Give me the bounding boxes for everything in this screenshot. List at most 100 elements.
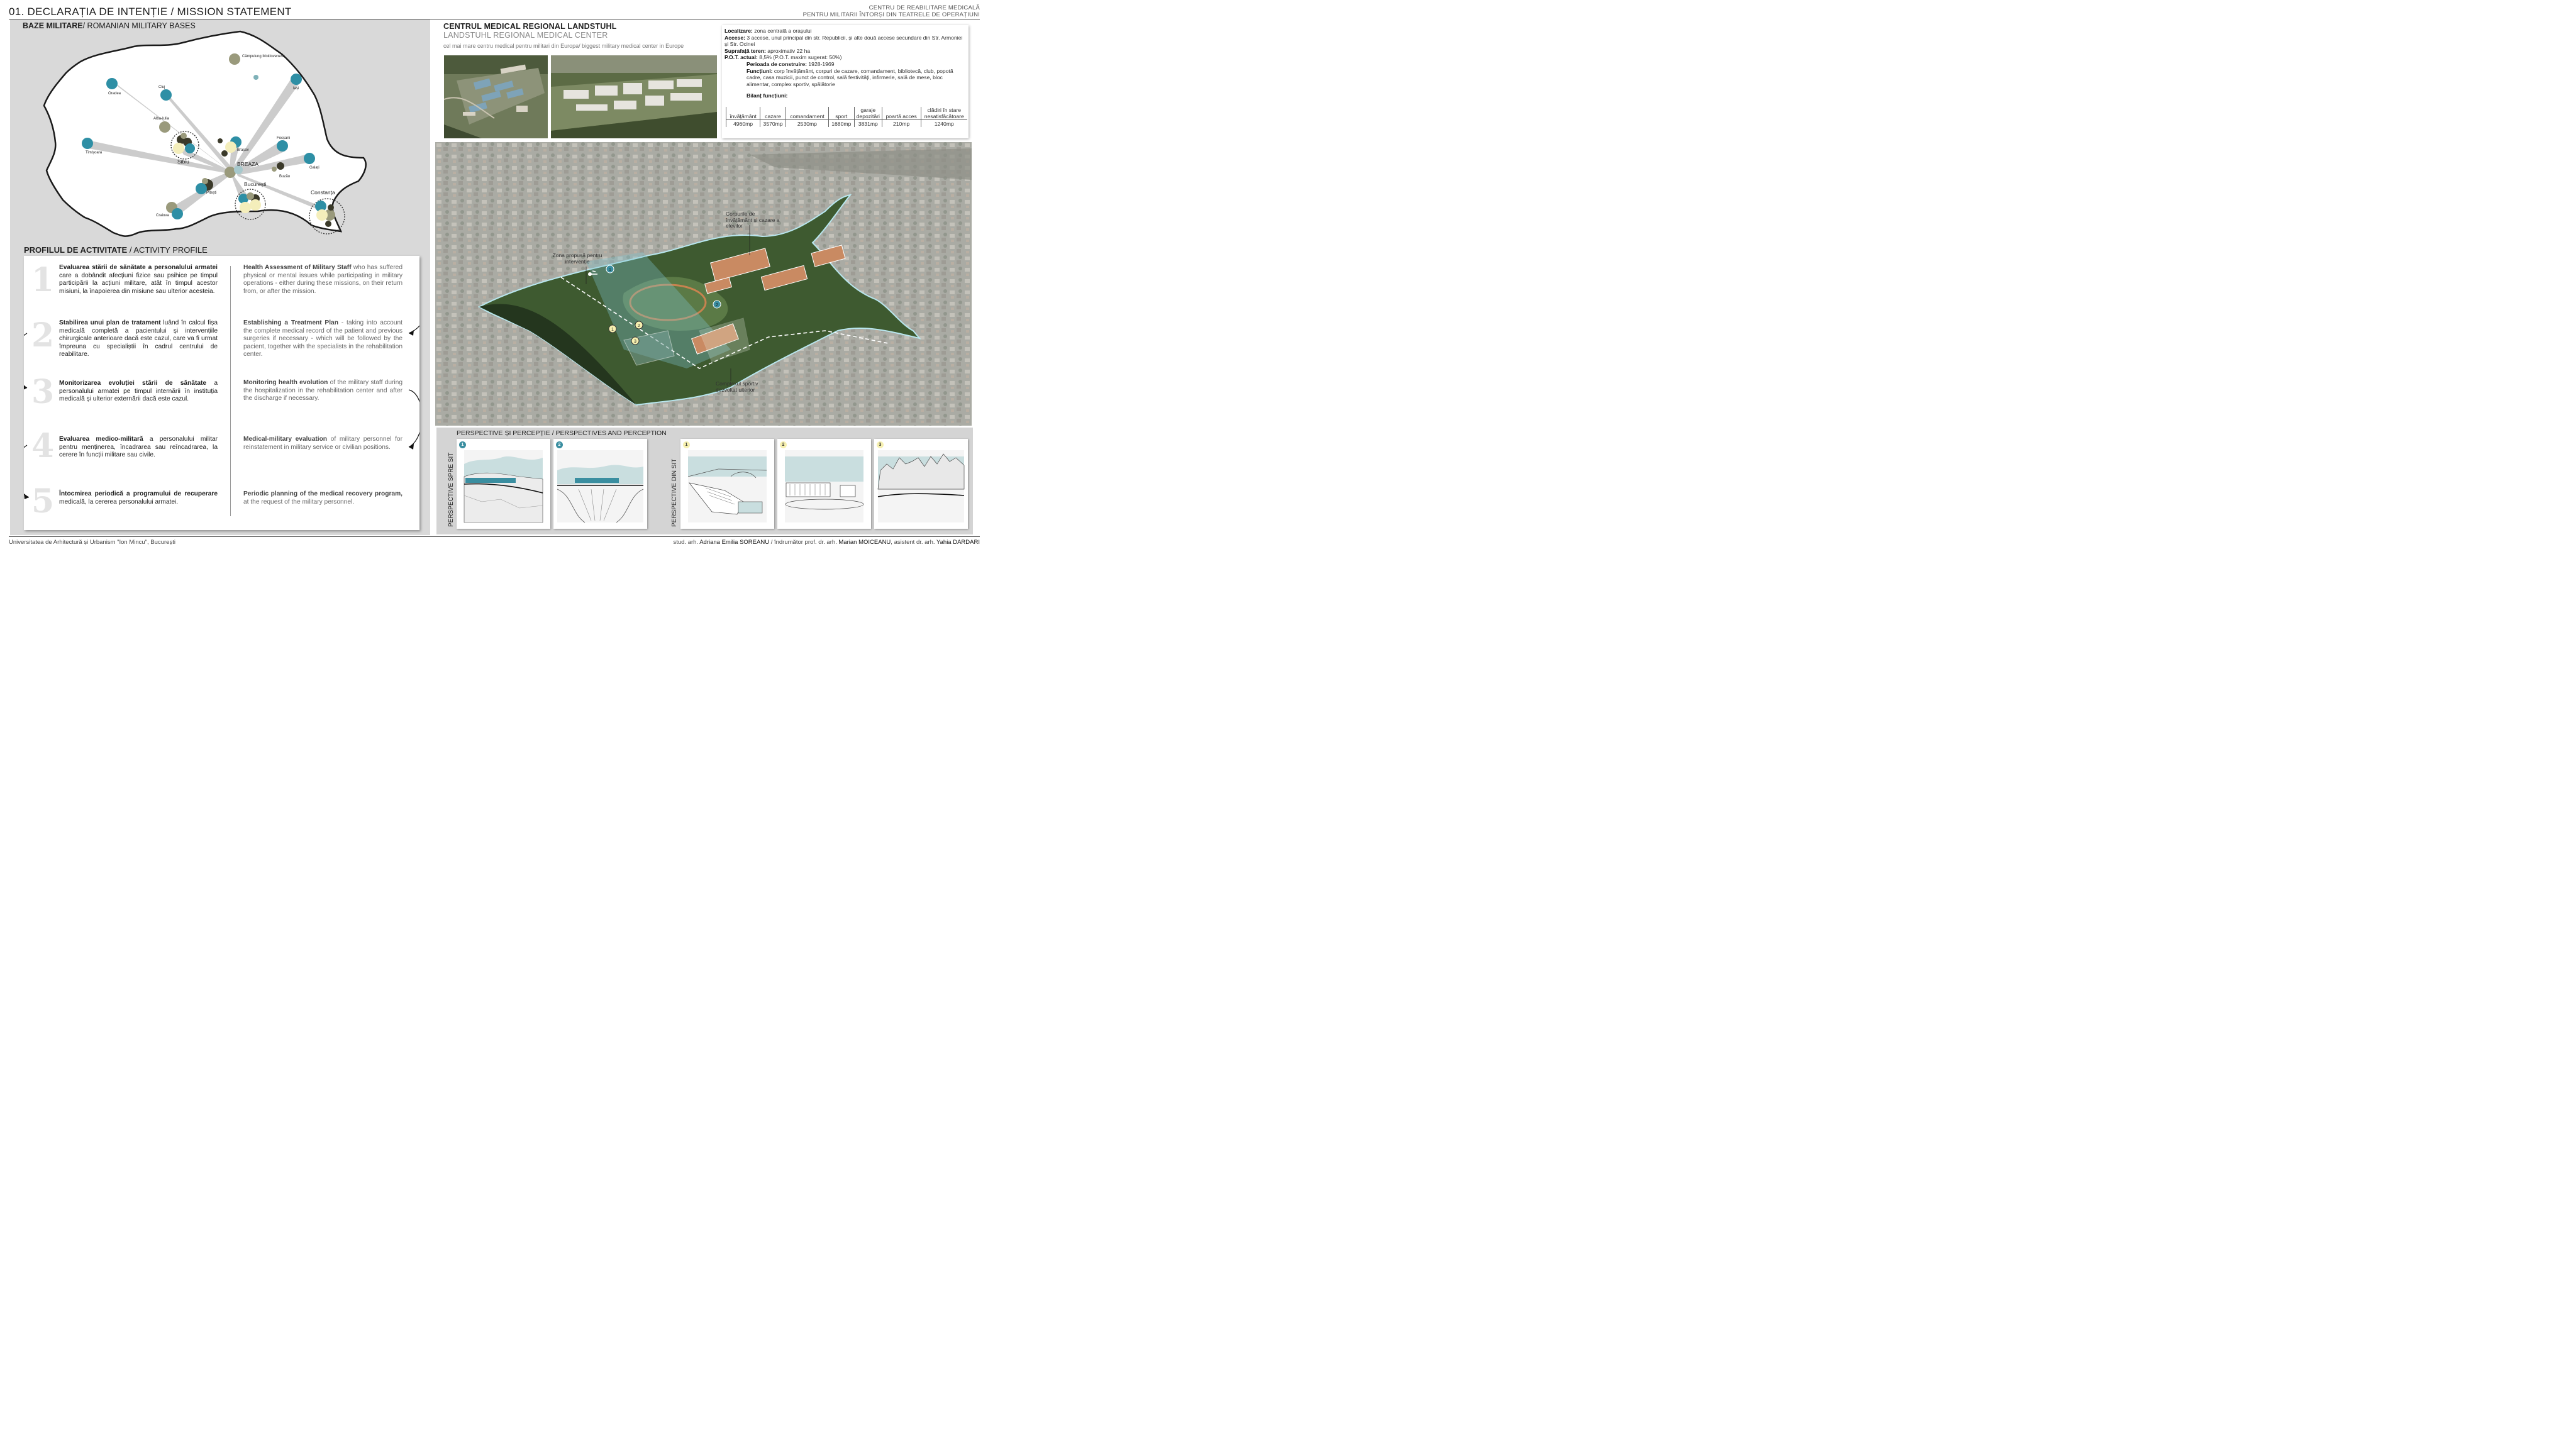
bilant-header: poartă acces (881, 107, 921, 120)
city-sibiu: Sibiu (177, 158, 189, 165)
anno-sport-complex: Complexul sportiv dezvoltat ulterior (716, 380, 758, 393)
en-rest: at the request of the military personnel… (243, 498, 355, 506)
info-label: Funcțiuni: (747, 67, 773, 74)
city-alba: Alba-Iulia (153, 117, 170, 121)
card-number-badge: 3 (877, 441, 884, 448)
info-suprafata: Suprafață teren: aproximativ 22 ha (724, 48, 966, 55)
project-title-line2: PENTRU MILITARII ÎNTORȘI DIN TEATRELE DE… (802, 11, 980, 18)
bilant-value: 1240mp (920, 119, 967, 127)
info-perioada: Perioada de construire: 1928-1969 (724, 61, 966, 68)
perspective-card: 2 (553, 439, 647, 529)
ro-bold: Evaluarea medico-militară (59, 436, 143, 443)
card-number-badge: 1 (683, 441, 690, 448)
ro-bold: Întocmirea periodică a programului de re… (59, 490, 218, 497)
city-cluj: Cluj (158, 86, 165, 89)
activity-title-bold: PROFILUL DE ACTIVITATE (24, 245, 128, 255)
perspectives-title: PERSPECTIVE ȘI PERCEPȚIE / PERSPECTIVES … (457, 429, 667, 437)
tutor-name: Marian MOICEANU (838, 539, 891, 546)
anno-intervention-zone: Zona propusă pentru intervenție (552, 252, 602, 265)
item-number: 5 (31, 482, 55, 521)
city-focsani: Focșani (277, 136, 290, 140)
city-campulung: Câmpulung Moldovenesc (242, 55, 285, 58)
reference-title: CENTRUL MEDICAL REGIONAL LANDSTUHL (443, 22, 617, 31)
student-name: Adriana Emilia SOREANU (699, 539, 770, 546)
info-functiuni: Funcțiuni: corp învățământ, corpuri de c… (724, 68, 966, 88)
activity-en-5: Periodic planning of the medical recover… (243, 490, 402, 506)
info-value: zona centrală a orașului (752, 28, 812, 34)
city-breaza: BREAZA (237, 161, 258, 167)
perspectives-title-main: PERSPECTIVE ȘI PERCEPȚIE (457, 429, 550, 437)
bilant-header: învățământ (725, 107, 760, 120)
reference-description: cel mai mare centru medical pentru milit… (443, 43, 684, 49)
activity-ro-4: Evaluarea medico-militară a personalului… (59, 436, 218, 460)
city-craiova: Craiova (156, 214, 169, 218)
perspective-card: 2 (777, 439, 871, 529)
perspective-card: 1 (457, 439, 550, 529)
label-perspective-from-site: PERSPECTIVE DIN SIT (671, 458, 678, 527)
ro-bold: Evaluarea stării de sănătate a personalu… (59, 264, 218, 271)
info-localizare: Localizare: zona centrală a orașului (724, 28, 966, 35)
university-name: Universitatea de Arhitectură și Urbanism… (9, 539, 175, 546)
en-bold: Health Assessment of Military Staff (243, 264, 352, 271)
activity-en-4: Medical-military evaluation of military … (243, 436, 402, 451)
bilant-value: 3570mp (760, 119, 786, 127)
info-label: Localizare: (724, 28, 753, 34)
credits: stud. arh. Adriana Emilia SOREANU / îndr… (673, 539, 980, 546)
bilant-value: 1680mp (828, 119, 855, 127)
page-title: 01. DECLARAȚIA DE INTENȚIE / MISSION STA… (9, 6, 292, 18)
en-bold: Medical-military evaluation (243, 436, 328, 443)
activity-ro-2: Stabilirea unui plan de tratament luând … (59, 319, 218, 359)
ro-rest: care a dobândit afecțiuni fizice sau psi… (59, 272, 218, 295)
label-perspective-towards-site: PERSPECTIVE SPRE SIT (448, 452, 455, 527)
info-label: Perioada de construire: (747, 60, 807, 67)
activity-title-rest: / ACTIVITY PROFILE (129, 245, 208, 255)
footer-divider (9, 536, 980, 537)
info-value: corp învățământ, corpuri de cazare, coma… (747, 67, 953, 87)
ro-bold: Monitorizarea evoluției stării de sănăta… (59, 380, 207, 387)
item-number: 1 (31, 261, 55, 299)
reference-subtitle: LANDSTUHL REGIONAL MEDICAL CENTER (443, 31, 608, 40)
info-accese: Accese: 3 accese, unul principal din str… (724, 35, 966, 48)
info-value: aproximativ 22 ha (765, 47, 811, 54)
info-bilant-label: Bilanț funcțiuni: (724, 92, 966, 99)
item-number: 2 (31, 316, 55, 355)
activity-en-3: Monitoring health evolution of the milit… (243, 379, 402, 403)
bilant-header-row: învățământ cazare comandament sport gara… (725, 107, 967, 120)
card-number-badge: 2 (780, 441, 787, 448)
info-label: Bilanț funcțiuni: (747, 92, 788, 99)
city-constanta: Constanța (311, 189, 335, 196)
arrow-curve (24, 333, 28, 389)
bilant-value-row: 4960mp 3570mp 2530mp 1680mp 3831mp 210mp… (725, 119, 967, 127)
bilant-header: cazare (760, 107, 786, 120)
city-oradea: Oradea (108, 92, 121, 96)
city-buzau: Buzău (279, 175, 290, 179)
activity-card: 1 Evaluarea stării de sănătate a persona… (24, 256, 419, 530)
arrow-curve (24, 445, 30, 498)
aerial-site-view: 1 2 1 2 3 Corpurile de învățământ și caz… (435, 142, 972, 426)
info-pot: P.O.T. actual: 8,5% (P.O.T. maxim sugera… (724, 54, 966, 61)
bilant-value: 4960mp (725, 119, 760, 127)
activity-en-1: Health Assessment of Military Staff who … (243, 264, 402, 296)
project-title: CENTRU DE REABILITARE MEDICALĂ PENTRU MI… (803, 4, 980, 18)
item-number: 3 (31, 373, 55, 411)
aerial-marker: 2 (716, 303, 718, 307)
romania-bases-map: Câmpulung Moldovenesc Oradea Cluj Iași A… (43, 30, 367, 237)
card-number-badge: 2 (556, 441, 563, 448)
info-value: 8,5% (P.O.T. maxim sugerat: 50%) (757, 54, 842, 61)
project-title-line1: CENTRU DE REABILITARE MEDICALĂ (869, 4, 980, 11)
bilant-value: 210mp (881, 119, 921, 127)
title-main: 01. DECLARAȚIA DE INTENȚIE (9, 6, 168, 18)
activity-en-2: Establishing a Treatment Plan - taking i… (243, 319, 402, 359)
city-timisoara: Timișoara (86, 151, 103, 155)
perspective-card: 1 (680, 439, 774, 529)
site-info-box: Localizare: zona centrală a orașului Acc… (722, 25, 969, 138)
bilant-header: clădiri în stare nesatisfăcătoare (920, 107, 967, 120)
bilant-value: 3831mp (853, 119, 882, 127)
perspective-card: 3 (874, 439, 968, 529)
assistant-name: Yahia DARDARI (936, 539, 980, 546)
ro-rest: medicală, la cererea personalului armate… (59, 498, 179, 506)
info-label: Accese: (724, 34, 745, 41)
bilant-header: sport (828, 107, 855, 120)
ro-bold: Stabilirea unui plan de tratament (59, 319, 161, 326)
credits-mid: / îndrumător prof. dr. arh. (769, 539, 839, 546)
